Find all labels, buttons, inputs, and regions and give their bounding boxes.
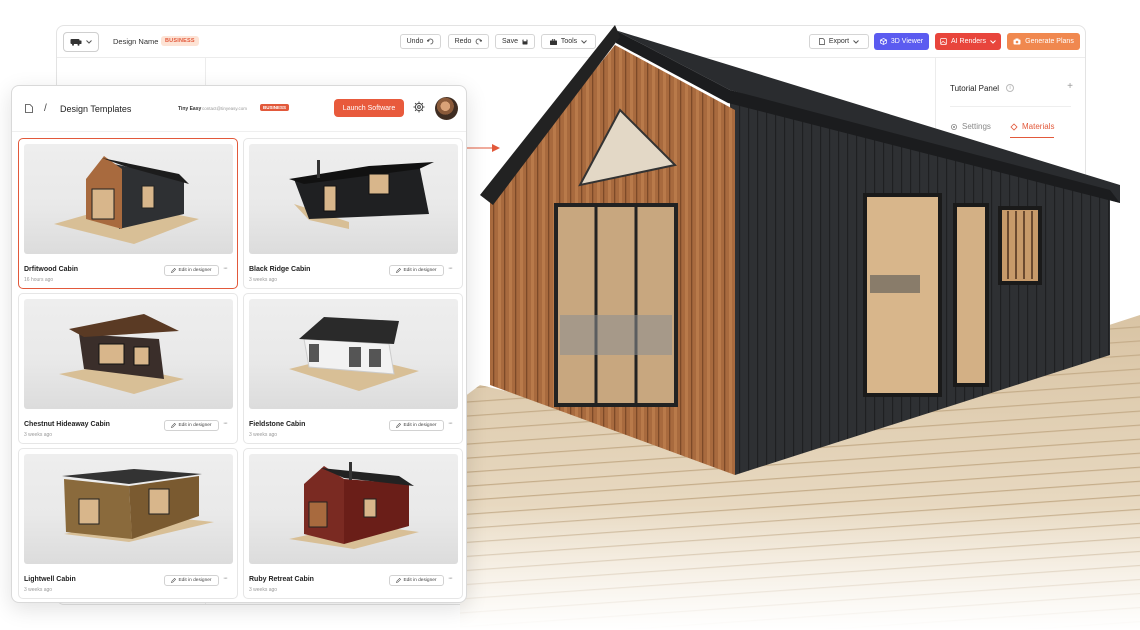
gear-icon[interactable] [413,101,425,113]
launch-software-button[interactable]: Launch Software [334,99,404,117]
page-title: Design Templates [60,104,132,114]
template-date: 3 weeks ago [249,587,278,593]
template-name: Chestnut Hideaway Cabin [24,421,110,428]
edit-in-designer-button[interactable]: Edit in designer [164,265,219,276]
design-name-label[interactable]: Design Name [113,37,158,46]
template-date: 3 weeks ago [24,587,53,593]
edit-label: Edit in designer [178,423,212,428]
template-name: Ruby Retreat Cabin [249,576,314,583]
template-name: Black Ridge Cabin [249,266,311,273]
pencil-icon [396,578,402,583]
pencil-icon [396,423,402,428]
template-date: 3 weeks ago [249,432,278,438]
user-email: contact@tinyeasy.com [202,106,248,111]
undo-label: Undo [406,38,424,45]
template-date: 3 weeks ago [249,277,278,283]
template-date: 3 weeks ago [24,432,53,438]
template-card[interactable]: Ruby Retreat Cabin 3 weeks ago Edit in d… [243,448,463,599]
cabin-3d-render [460,25,1140,630]
template-date: 16 hours ago [24,277,54,283]
pencil-icon [171,268,177,273]
template-name: Lightwell Cabin [24,576,76,583]
cabin-thumbnail[interactable] [24,454,233,564]
template-name: Fieldstone Cabin [249,421,306,428]
van-icon [70,39,82,46]
edit-label: Edit in designer [178,268,212,273]
template-name: Drfitwood Cabin [24,266,79,273]
user-plan-badge: BUSINESS [260,104,290,111]
pencil-icon [396,268,402,273]
template-card[interactable]: Black Ridge Cabin 3 weeks ago Edit in de… [243,138,463,289]
edit-label: Edit in designer [403,268,437,273]
template-card[interactable]: Drfitwood Cabin 16 hours ago Edit in des… [18,138,238,289]
undo-icon [427,38,434,45]
pencil-icon [171,423,177,428]
cabin-thumbnail[interactable] [249,144,458,254]
cabin-thumbnail[interactable] [24,299,233,409]
cabin-thumbnail[interactable] [24,144,233,254]
more-options-icon[interactable]: ··· [448,265,453,272]
edit-in-designer-button[interactable]: Edit in designer [389,265,444,276]
edit-label: Edit in designer [403,578,437,583]
app-menu-button[interactable] [63,32,99,52]
edit-label: Edit in designer [403,423,437,428]
edit-in-designer-button[interactable]: Edit in designer [164,575,219,586]
more-options-icon[interactable]: ··· [223,420,228,427]
template-card[interactable]: Chestnut Hideaway Cabin 3 weeks ago Edit… [18,293,238,444]
document-icon[interactable] [25,104,33,113]
more-options-icon[interactable]: ··· [223,575,228,582]
breadcrumb-separator: / [44,103,47,114]
edit-in-designer-button[interactable]: Edit in designer [389,420,444,431]
undo-button[interactable]: Undo [400,34,441,49]
more-options-icon[interactable]: ··· [448,420,453,427]
template-card[interactable]: Lightwell Cabin 3 weeks ago Edit in desi… [18,448,238,599]
templates-header: / Design Templates Tiny Easy contact@tin… [12,86,466,132]
plan-badge: BUSINESS [161,36,199,46]
cabin-thumbnail[interactable] [249,299,458,409]
edit-label: Edit in designer [178,578,212,583]
chevron-down-icon [86,40,92,44]
pencil-icon [171,578,177,583]
cabin-thumbnail[interactable] [249,454,458,564]
edit-in-designer-button[interactable]: Edit in designer [164,420,219,431]
template-card[interactable]: Fieldstone Cabin 3 weeks ago Edit in des… [243,293,463,444]
avatar[interactable] [435,97,458,120]
user-name: Tiny Easy [178,106,202,112]
more-options-icon[interactable]: ··· [223,265,228,272]
edit-in-designer-button[interactable]: Edit in designer [389,575,444,586]
design-templates-panel: / Design Templates Tiny Easy contact@tin… [11,85,467,603]
more-options-icon[interactable]: ··· [448,575,453,582]
